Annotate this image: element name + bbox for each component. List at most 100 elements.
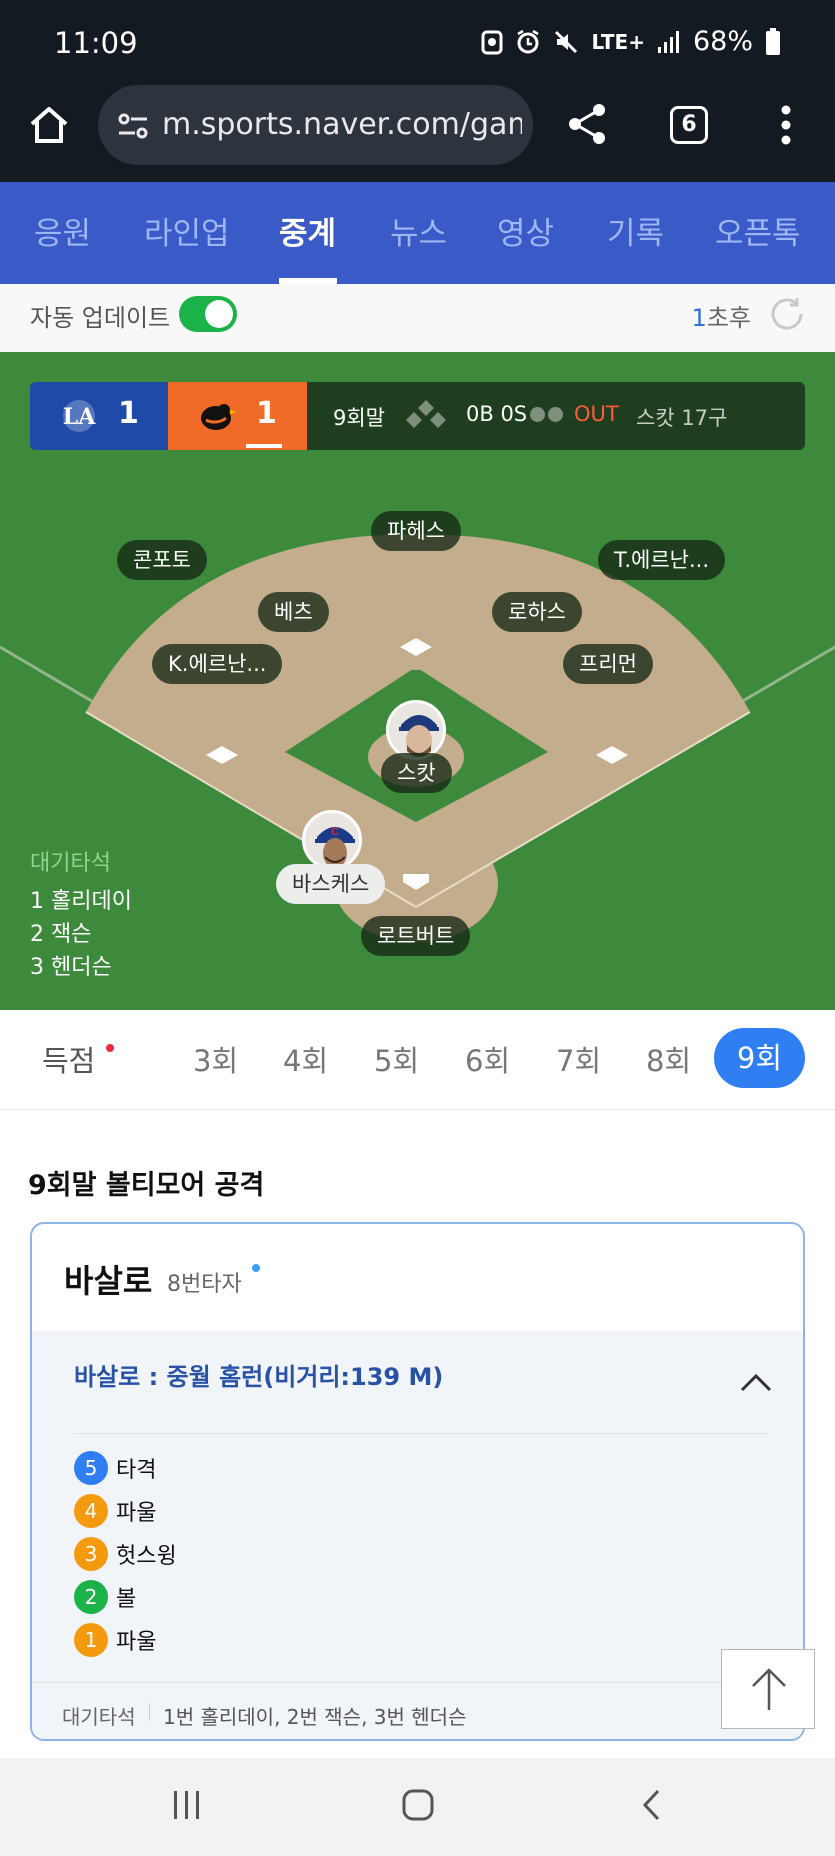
- auto-update-label: 자동 업데이트: [30, 304, 171, 332]
- tab-switcher-button[interactable]: 6: [670, 106, 708, 144]
- second-baseman[interactable]: 로하스: [492, 592, 582, 632]
- waiting-batter: 1 홀리데이: [30, 889, 132, 914]
- home-team[interactable]: 1: [168, 382, 307, 450]
- home-icon[interactable]: [26, 102, 72, 148]
- out-label: OUT: [574, 402, 619, 426]
- waiting-batter: 3 헨더슨: [30, 955, 112, 980]
- lock-rotation-icon: [481, 30, 503, 54]
- at-bat-detail: 바살로 : 중월 홈런(비거리:139 M) 5 타격 4 파울 3 헛스윙 2 볼 1 파울: [32, 1331, 803, 1739]
- status-time: 11:09: [54, 26, 138, 60]
- battery-percent: 68%: [692, 26, 753, 57]
- pitch-number-badge: 4: [74, 1494, 108, 1528]
- tab-inning-6[interactable]: 6회: [465, 1038, 510, 1080]
- tab-cheer[interactable]: 응원: [34, 208, 91, 253]
- pitch-result: 볼: [116, 1587, 137, 1612]
- pitch-row: 1 파울: [74, 1623, 156, 1657]
- footer-label: 대기타석: [62, 1705, 136, 1729]
- center-fielder[interactable]: 파헤스: [371, 511, 461, 551]
- pitch-number-badge: 1: [74, 1623, 108, 1657]
- bases-diamond-icon: [406, 400, 446, 428]
- third-baseman[interactable]: K.에르난...: [152, 644, 283, 684]
- tab-scoring[interactable]: 득점: [42, 1038, 95, 1080]
- batter-avatar[interactable]: C: [302, 810, 362, 870]
- share-icon[interactable]: [566, 103, 608, 145]
- pitch-row: 5 타격: [74, 1451, 156, 1485]
- pitch-result: 파울: [116, 1630, 157, 1655]
- left-fielder[interactable]: 콘포토: [117, 540, 207, 580]
- tab-records[interactable]: 기록: [607, 208, 664, 253]
- home-nav-icon[interactable]: [401, 1788, 435, 1822]
- tab-inning-8[interactable]: 8회: [646, 1038, 691, 1080]
- field-view: LA 1 1 9회말 0B 0S OUT 스캇 17구 파헤스 콘포토 T.에르…: [0, 352, 835, 1010]
- game-nav: 응원 라인업 중계 뉴스 영상 기록 오픈톡: [0, 182, 835, 284]
- at-bat-card: 바살로 8번타자 바살로 : 중월 홈런(비거리:139 M) 5 타격 4 파울 3 헛…: [30, 1222, 805, 1741]
- address-bar[interactable]: m.sports.naver.com/game/: [98, 85, 533, 165]
- alarm-icon: [517, 29, 540, 53]
- pitch-row: 2볼: [74, 1580, 136, 1614]
- play-result: 바살로 : 중월 홈런(비거리:139 M): [74, 1363, 444, 1391]
- refresh-suffix: 초후: [706, 304, 751, 332]
- batter-label[interactable]: 바스케스: [276, 864, 386, 904]
- waiting-batter: 2 잭슨: [30, 922, 92, 947]
- tab-inning-3[interactable]: 3회: [193, 1038, 238, 1080]
- first-baseman[interactable]: 프리먼: [563, 644, 653, 684]
- batter-order: 8번타자: [167, 1272, 242, 1297]
- inning-tabs: 득점 3회 4회 5회 6회 7회 8회 9회: [0, 1010, 835, 1110]
- svg-text:LA: LA: [63, 404, 96, 430]
- pitch-result: 파울: [116, 1501, 157, 1526]
- away-team[interactable]: LA 1: [30, 382, 168, 450]
- pitcher-label[interactable]: 스캇: [381, 753, 452, 793]
- divider: [149, 1703, 150, 1721]
- shortstop[interactable]: 베츠: [258, 592, 329, 632]
- out-indicator: [530, 407, 563, 422]
- catcher[interactable]: 로트버트: [361, 916, 471, 956]
- refresh-countdown: 1초후: [692, 298, 751, 333]
- out-dot: [548, 407, 563, 422]
- site-settings-icon[interactable]: [116, 109, 150, 143]
- footer-waiting-list: 1번 홀리데이, 2번 잭슨, 3번 헨더슨: [163, 1705, 467, 1729]
- divider: [74, 1433, 768, 1434]
- toggle-knob: [205, 300, 233, 328]
- tab-inning-9[interactable]: 9회: [714, 1028, 805, 1088]
- orioles-logo-icon: [201, 404, 237, 430]
- waiting-batters-title: 대기타석: [30, 851, 111, 876]
- chevron-up-icon[interactable]: [739, 1371, 773, 1393]
- tab-inning-4[interactable]: 4회: [283, 1038, 328, 1080]
- scroll-to-top-button[interactable]: [721, 1649, 815, 1729]
- pitch-number-badge: 5: [74, 1451, 108, 1485]
- refresh-number: 1: [691, 304, 707, 332]
- url-text: m.sports.naver.com/game/: [162, 107, 522, 142]
- out-dot: [530, 407, 545, 422]
- home-score: 1: [256, 396, 277, 431]
- status-bar: 11:09 LTE+ 68%: [0, 0, 835, 82]
- pitch-result: 헛스윙: [116, 1544, 177, 1569]
- more-vert-icon[interactable]: [780, 104, 792, 146]
- back-icon[interactable]: [636, 1788, 670, 1822]
- tab-news[interactable]: 뉴스: [390, 208, 447, 253]
- tab-open-talk[interactable]: 오픈톡: [715, 208, 801, 253]
- arrow-up-icon: [752, 1668, 786, 1710]
- android-nav-bar: [0, 1758, 835, 1856]
- screen: { "status_bar": { "time": "11:09", "netw…: [0, 0, 835, 1856]
- pitch-row: 4 파울: [74, 1494, 156, 1528]
- pitch-result: 타격: [116, 1458, 157, 1483]
- pitch-number-badge: 2: [74, 1580, 108, 1614]
- batter-name[interactable]: 바살로: [64, 1256, 152, 1302]
- scoreboard: LA 1 1 9회말 0B 0S OUT 스캇 17구: [30, 382, 805, 450]
- pitcher-pitch-count: 스캇 17구: [636, 406, 728, 430]
- browser-toolbar: m.sports.naver.com/game/ 6: [0, 82, 835, 182]
- dodgers-logo-icon: LA: [63, 400, 96, 432]
- inning-status: 9회말: [333, 406, 386, 430]
- tab-lineup[interactable]: 라인업: [144, 208, 230, 253]
- auto-update-toggle[interactable]: [179, 296, 237, 332]
- refresh-icon[interactable]: [767, 294, 807, 334]
- tab-inning-5[interactable]: 5회: [374, 1038, 419, 1080]
- tab-video[interactable]: 영상: [497, 208, 554, 253]
- battery-icon: [766, 27, 780, 55]
- tab-inning-7[interactable]: 7회: [556, 1038, 601, 1080]
- tab-broadcast[interactable]: 중계: [279, 208, 336, 253]
- ball-strike-count: 0B 0S: [466, 402, 528, 426]
- recent-apps-icon[interactable]: [170, 1788, 204, 1822]
- right-fielder[interactable]: T.에르난...: [598, 540, 725, 580]
- pitcher-avatar[interactable]: [386, 700, 446, 760]
